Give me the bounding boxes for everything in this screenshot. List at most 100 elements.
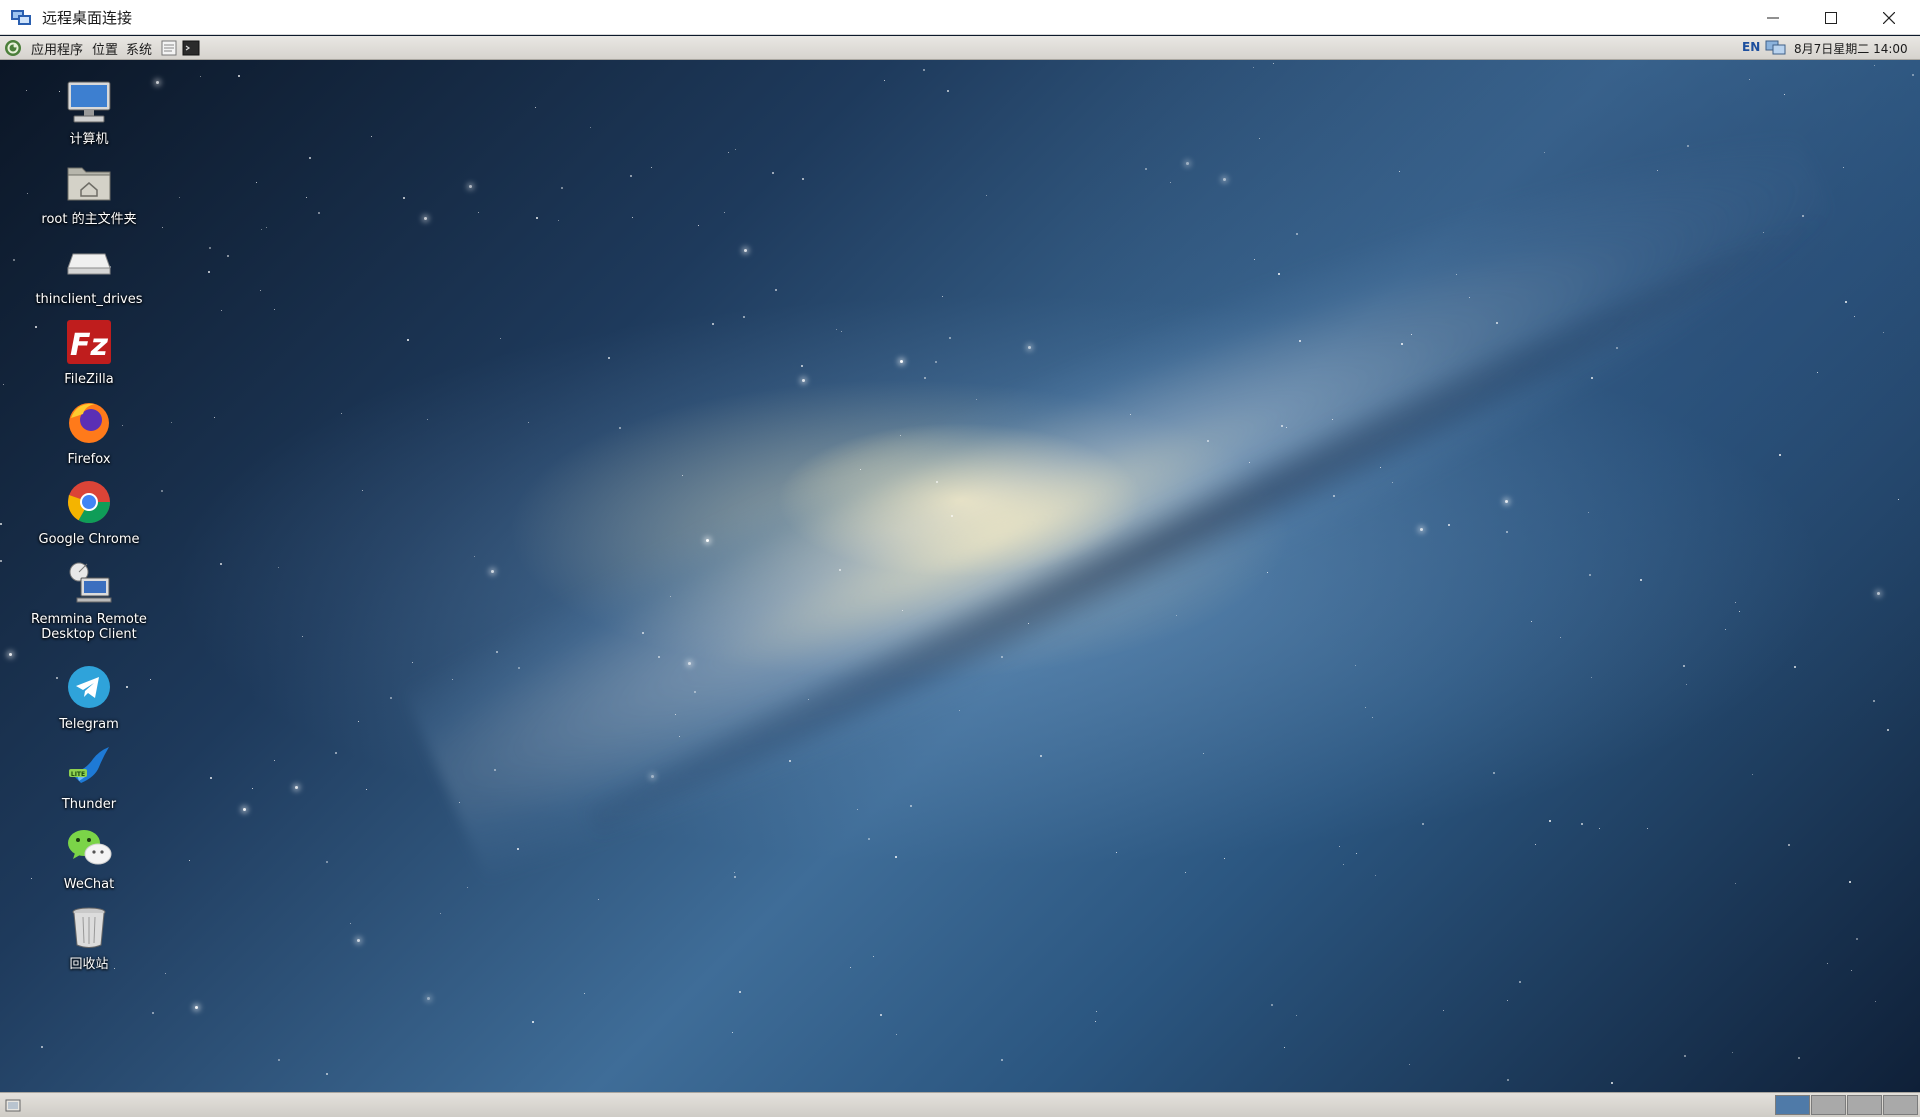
star	[1588, 512, 1589, 513]
star	[1095, 1021, 1096, 1022]
star	[1845, 301, 1847, 303]
star	[1145, 168, 1147, 170]
distro-logo-icon[interactable]	[4, 39, 22, 57]
firefox-icon	[69, 403, 109, 443]
network-icon[interactable]	[1765, 39, 1787, 57]
star	[743, 316, 745, 318]
close-button[interactable]	[1860, 0, 1918, 35]
star	[936, 481, 938, 483]
text-editor-launcher-icon[interactable]	[160, 39, 178, 57]
input-method-indicator[interactable]: EN	[1742, 40, 1760, 54]
star	[860, 469, 861, 470]
star	[590, 127, 591, 128]
star	[1873, 700, 1875, 702]
workspace-3[interactable]	[1847, 1095, 1882, 1115]
star	[1356, 853, 1357, 854]
star	[1267, 572, 1268, 573]
desktop-icon-label: WeChat	[63, 877, 115, 892]
menu-places[interactable]: 位置	[92, 39, 118, 58]
star	[732, 1032, 733, 1033]
star	[326, 861, 328, 863]
star	[900, 360, 903, 363]
terminal-launcher-icon[interactable]	[182, 39, 200, 57]
star	[1224, 858, 1225, 859]
star	[390, 697, 392, 699]
desktop-icon-filezilla[interactable]: Fz FileZilla	[14, 318, 164, 387]
desktop-icon-firefox[interactable]: Firefox	[14, 398, 164, 467]
star	[1186, 162, 1189, 165]
star	[1560, 637, 1561, 638]
star	[1207, 440, 1209, 442]
workspace-2[interactable]	[1811, 1095, 1846, 1115]
desktop[interactable]: 计算机 root 的主文件夹 thinclient_drives Fz File…	[0, 60, 1920, 1092]
desktop-icon-wechat[interactable]: WeChat	[14, 823, 164, 892]
star	[260, 290, 261, 291]
desktop-icon-computer[interactable]: 计算机	[14, 78, 164, 147]
star	[1549, 820, 1551, 822]
star	[1686, 684, 1687, 685]
star	[341, 413, 342, 414]
star	[238, 75, 240, 77]
star	[1732, 1052, 1733, 1053]
star	[302, 636, 303, 637]
star	[1683, 665, 1685, 667]
star	[1185, 872, 1186, 873]
minimize-button[interactable]	[1744, 0, 1802, 35]
desktop-icon-label-line-1: Remmina Remote	[31, 612, 147, 627]
star	[694, 691, 696, 693]
star	[868, 838, 870, 840]
show-desktop-icon[interactable]	[5, 1097, 21, 1113]
desktop-icon-telegram[interactable]: Telegram	[14, 663, 164, 732]
desktop-icon-thinclient-drives[interactable]: thinclient_drives	[14, 238, 164, 307]
star	[976, 399, 977, 400]
star	[494, 769, 496, 771]
desktop-icon-remmina[interactable]: Remmina Remote Desktop Client	[14, 558, 164, 642]
maximize-button[interactable]	[1802, 0, 1860, 35]
star	[598, 899, 599, 900]
star	[1725, 629, 1726, 630]
star	[772, 172, 774, 174]
star	[734, 872, 735, 873]
computer-icon	[67, 81, 111, 123]
star	[584, 993, 585, 994]
star	[802, 379, 805, 382]
star	[902, 610, 903, 611]
star	[1281, 425, 1283, 427]
star	[467, 887, 468, 888]
star	[1399, 171, 1400, 172]
star	[318, 212, 320, 214]
desktop-icon-google-chrome[interactable]: Google Chrome	[14, 478, 164, 547]
star	[734, 876, 736, 878]
telegram-icon	[68, 666, 110, 708]
star	[1877, 592, 1880, 595]
desktop-icon-home-folder[interactable]: root 的主文件夹	[14, 158, 164, 227]
workspace-4[interactable]	[1883, 1095, 1918, 1115]
desktop-icon-thunder[interactable]: LITE Thunder	[14, 743, 164, 812]
desktop-icon-trash[interactable]: 回收站	[14, 903, 164, 972]
star	[358, 721, 359, 722]
star	[1581, 823, 1583, 825]
star	[1259, 138, 1260, 139]
star	[162, 227, 163, 228]
menu-applications[interactable]: 应用程序	[31, 39, 83, 58]
remmina-icon	[69, 562, 112, 603]
clock[interactable]: 8月7日星期二 14:00	[1794, 40, 1908, 57]
star	[1392, 482, 1393, 483]
star	[1443, 1010, 1444, 1011]
star	[1365, 707, 1366, 708]
star	[3, 384, 4, 385]
star	[1827, 963, 1828, 964]
star	[179, 197, 180, 198]
star	[1299, 340, 1301, 342]
window-title-bar[interactable]: 远程桌面连接	[0, 0, 1920, 35]
desktop-icon-label: FileZilla	[64, 372, 114, 387]
star	[1448, 524, 1450, 526]
star	[951, 515, 953, 517]
star	[1798, 1057, 1800, 1059]
menu-system[interactable]: 系统	[126, 39, 152, 58]
star	[841, 331, 842, 332]
thunder-icon: LITE	[69, 747, 109, 783]
workspace-1[interactable]	[1775, 1095, 1810, 1115]
star	[873, 956, 874, 957]
star	[252, 788, 253, 789]
